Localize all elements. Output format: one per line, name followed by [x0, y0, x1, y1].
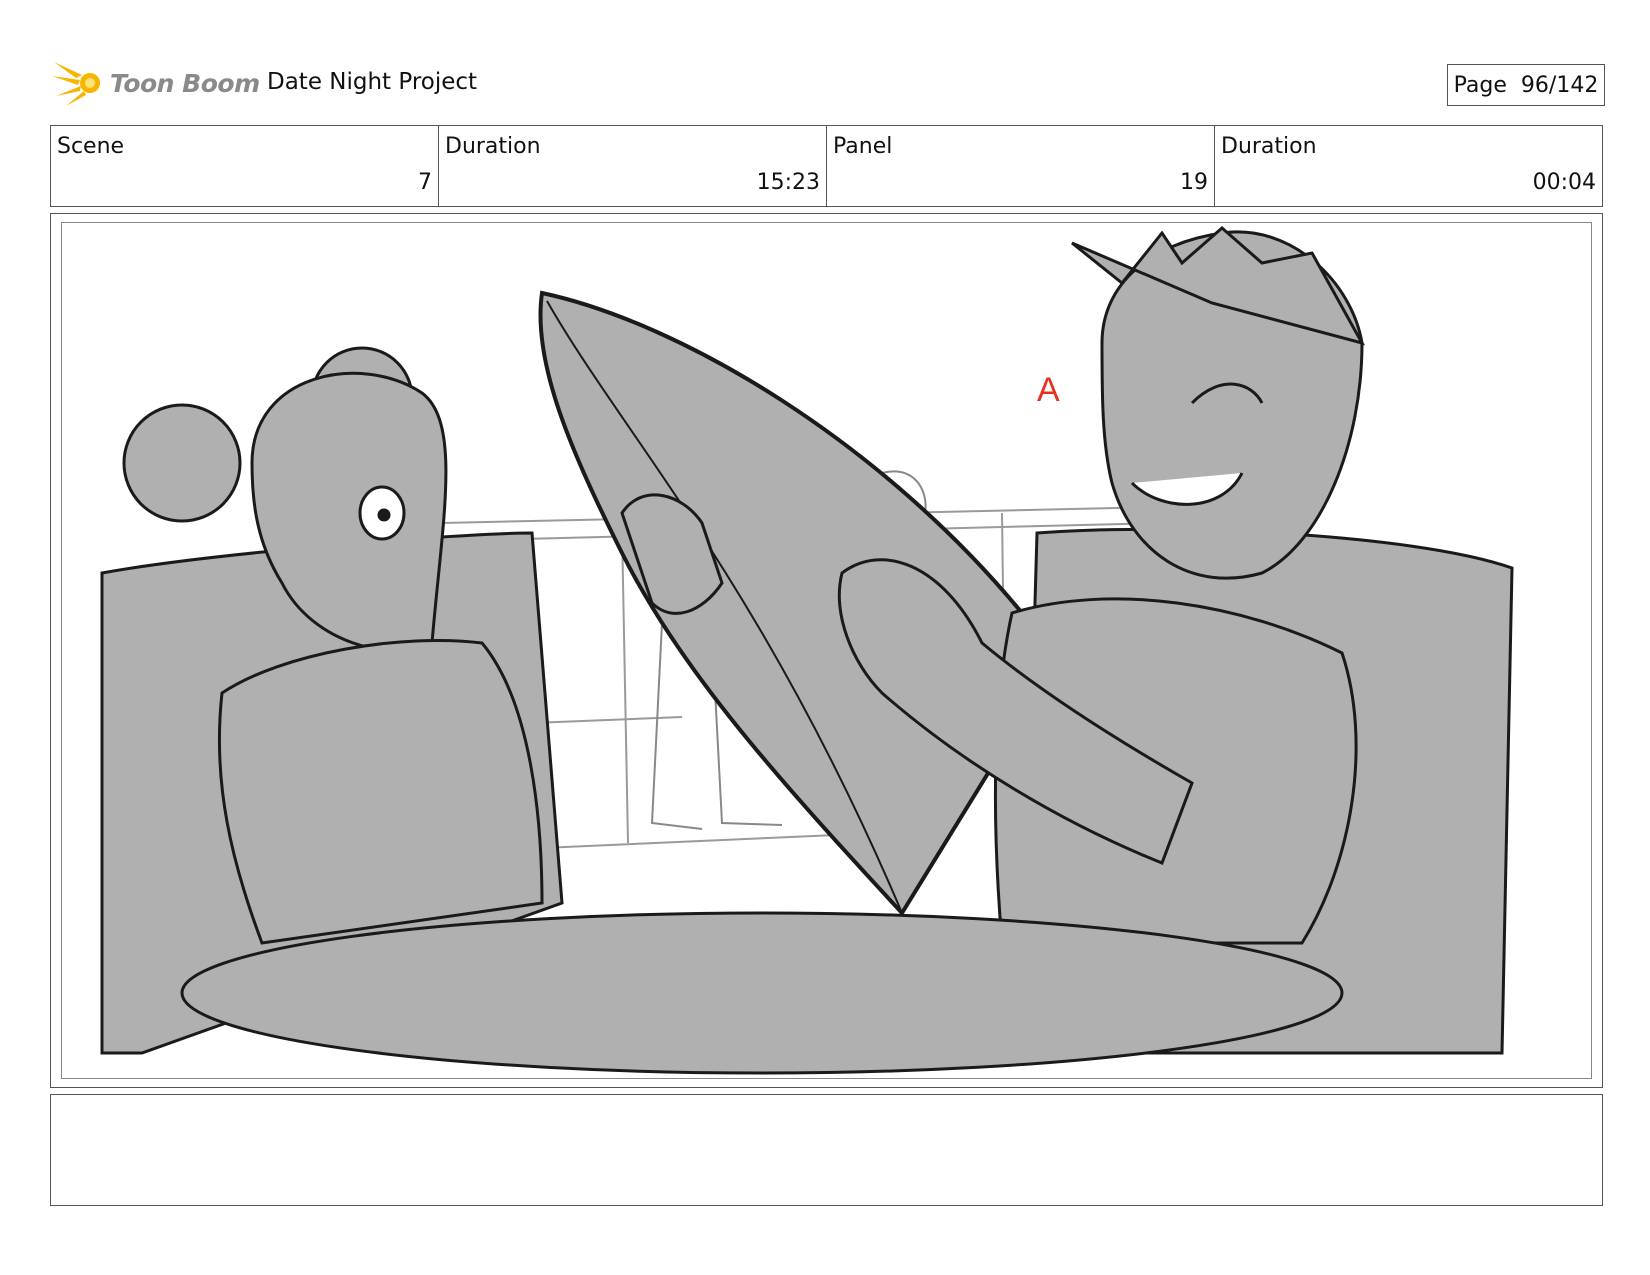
page-label: Page	[1453, 72, 1507, 98]
panel-duration-value: 00:04	[1532, 170, 1596, 195]
scene-duration-cell: Duration 15:23	[439, 126, 827, 206]
project-title: Date Night Project	[267, 69, 478, 95]
sun-burst-icon	[52, 62, 100, 106]
page-header: Toon Boom Date Night Project Page 96/142	[52, 58, 1605, 108]
panel-value: 19	[1180, 170, 1208, 195]
panel-label: Panel	[833, 134, 893, 159]
scene-duration-value: 15:23	[756, 170, 820, 195]
annotation-letter: A	[1037, 371, 1060, 409]
page-indicator: Page 96/142	[1447, 64, 1605, 106]
storyboard-sketch: A	[100, 226, 1514, 1075]
panel-duration-cell: Duration 00:04	[1215, 126, 1602, 206]
storyboard-panel: A	[50, 213, 1603, 1088]
scene-cell: Scene 7	[51, 126, 439, 206]
toon-boom-logo: Toon Boom	[52, 58, 260, 108]
panel-duration-label: Duration	[1221, 134, 1317, 159]
scene-info-table: Scene 7 Duration 15:23 Panel 19 Duration…	[50, 125, 1603, 207]
scene-duration-label: Duration	[445, 134, 541, 159]
logo-text: Toon Boom	[110, 68, 260, 98]
scene-label: Scene	[57, 134, 125, 159]
table	[180, 911, 1344, 1075]
scene-value: 7	[418, 170, 432, 195]
page-number: 96/142	[1520, 72, 1599, 98]
surfboard	[538, 290, 1065, 917]
panel-cell: Panel 19	[827, 126, 1215, 206]
panel-image-area: A	[61, 222, 1592, 1079]
panel-notes-box[interactable]	[50, 1094, 1603, 1206]
